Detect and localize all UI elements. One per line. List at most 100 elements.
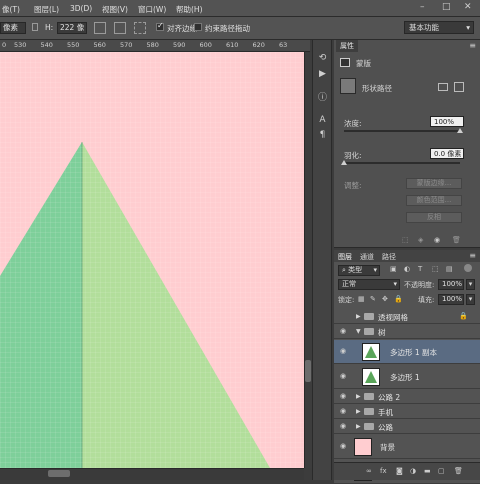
visibility-eye-icon[interactable]: ◉ (338, 392, 348, 400)
menu-image[interactable]: 像(T) (2, 4, 20, 15)
new-layer-icon[interactable]: ▢ (438, 467, 445, 475)
width-input[interactable]: 像素 (0, 22, 26, 34)
lock-pixels-icon[interactable]: ✎ (370, 295, 376, 303)
pixel-mask-add-icon[interactable] (438, 83, 448, 91)
layer-row[interactable]: ◉ 多边形 1 副本 (334, 340, 480, 364)
visibility-eye-icon[interactable]: ◉ (338, 372, 348, 380)
fill-input[interactable]: 100% (438, 294, 464, 305)
workspace-select[interactable]: 基本功能 ▾ (404, 21, 474, 34)
tab-paths[interactable]: 路径 (382, 252, 396, 262)
blend-mode-select[interactable]: 正常 ▾ (338, 279, 400, 290)
layers-menu-icon[interactable]: ≡ (469, 251, 476, 260)
layer-row[interactable]: ◉ 背景 (334, 435, 480, 459)
ruler-tick-label: 560 (93, 41, 106, 49)
chevron-right-icon[interactable]: ▶ (356, 408, 361, 415)
mask-edge-button[interactable]: 蒙版边缘... (406, 178, 462, 189)
horizontal-scroll-thumb[interactable] (48, 470, 70, 477)
panel-menu-icon[interactable]: ≡ (469, 41, 476, 50)
layer-name: 透视网格 (378, 313, 408, 322)
visibility-eye-icon[interactable]: ◉ (338, 442, 348, 450)
lock-label: 锁定: (338, 296, 355, 304)
menu-window[interactable]: 窗口(W) (138, 4, 166, 15)
filter-smart-icon[interactable]: ▤ (446, 265, 453, 273)
chevron-down-icon: ▾ (466, 23, 470, 32)
menu-3d[interactable]: 3D(D) (70, 4, 92, 13)
lock-position-icon[interactable]: ✥ (382, 295, 388, 303)
layer-style-icon[interactable]: fx (380, 467, 387, 475)
menu-help[interactable]: 帮助(H) (176, 4, 203, 15)
layer-row[interactable]: ◉ ▶ 公路 2 (334, 390, 480, 404)
load-selection-icon[interactable]: ⬚ (402, 236, 409, 244)
feather-input[interactable]: 0.0 像素 (430, 148, 464, 159)
visibility-eye-icon[interactable]: ◉ (338, 327, 348, 335)
invert-button[interactable]: 反相 (406, 212, 462, 223)
opacity-dropdown-icon[interactable]: ▾ (466, 279, 475, 290)
document-canvas[interactable] (0, 52, 304, 468)
layer-name: 手机 (378, 408, 393, 417)
fill-dropdown-icon[interactable]: ▾ (466, 294, 475, 305)
filter-pixel-icon[interactable]: ▣ (390, 265, 397, 273)
visibility-eye-icon[interactable]: ◉ (338, 422, 348, 430)
close-icon[interactable]: ✕ (464, 2, 472, 12)
layer-row[interactable]: ◉ ▼ 树 (334, 325, 480, 339)
feather-slider[interactable] (344, 162, 460, 164)
chevron-right-icon[interactable]: ▶ (356, 423, 361, 430)
layer-row[interactable]: ◉ ▶ 公路 (334, 420, 480, 434)
color-range-button[interactable]: 颜色范围... (406, 195, 462, 206)
new-group-icon[interactable]: ▬ (424, 467, 431, 475)
filter-toggle-icon[interactable] (464, 264, 472, 272)
link-layers-icon[interactable]: ∞ (366, 467, 372, 475)
vector-mask-thumbnail[interactable] (340, 78, 356, 94)
tab-channels[interactable]: 通道 (360, 252, 374, 262)
tab-properties[interactable]: 属性 (336, 40, 358, 52)
menu-view[interactable]: 视图(V) (102, 4, 128, 15)
path-alignment-icon[interactable] (114, 22, 126, 34)
lock-all-icon[interactable]: 🔒 (394, 295, 403, 303)
filter-shape-icon[interactable]: ⬚ (432, 265, 439, 273)
paragraph-icon[interactable]: ¶ (316, 129, 329, 142)
align-edges-checkbox[interactable]: ✓ (156, 21, 164, 31)
chevron-down-icon[interactable]: ▼ (356, 328, 361, 335)
filter-type-icon[interactable]: T (418, 265, 422, 273)
trash-icon[interactable]: 🗑 (452, 236, 461, 244)
layer-row[interactable]: ▶ 透视网格 🔒 (334, 310, 480, 324)
vector-mask-add-icon[interactable] (454, 82, 464, 92)
actions-play-icon[interactable]: ▶ (316, 68, 329, 81)
density-slider-thumb[interactable] (457, 128, 463, 133)
apply-mask-icon[interactable]: ◈ (418, 236, 423, 244)
opacity-input[interactable]: 100% (438, 279, 464, 290)
vertical-scrollbar[interactable] (304, 52, 312, 468)
info-icon[interactable]: ⓘ (316, 92, 329, 105)
height-input[interactable]: 222 像 (57, 22, 87, 34)
lock-transparent-icon[interactable]: ▦ (358, 295, 365, 303)
feather-slider-thumb[interactable] (341, 160, 347, 165)
delete-layer-icon[interactable]: 🗑 (454, 467, 463, 475)
character-icon[interactable]: A (316, 114, 329, 127)
minimize-icon[interactable]: – (420, 2, 425, 12)
link-icon[interactable] (32, 23, 38, 31)
filter-kind-select[interactable]: ⌕ 类型 ▾ (338, 265, 380, 276)
layer-row[interactable]: ◉ 多边形 1 (334, 365, 480, 389)
ruler-tick-label: 0 (2, 41, 7, 49)
path-arrangement-icon[interactable] (134, 22, 146, 34)
visibility-eye-icon[interactable]: ◉ (434, 236, 440, 244)
density-input[interactable]: 100% (430, 116, 464, 127)
horizontal-scrollbar[interactable] (0, 468, 304, 480)
tab-layers[interactable]: 图层 (338, 252, 352, 262)
history-icon[interactable]: ⟲ (316, 52, 329, 65)
filter-adjustment-icon[interactable]: ◐ (404, 265, 410, 273)
add-mask-icon[interactable]: ◙ (396, 467, 403, 475)
adjustment-layer-icon[interactable]: ◑ (410, 467, 416, 475)
constrain-path-checkbox[interactable] (194, 23, 202, 31)
path-operations-icon[interactable] (94, 22, 106, 34)
visibility-eye-icon[interactable]: ◉ (338, 407, 348, 415)
menu-layer[interactable]: 图层(L) (34, 4, 59, 15)
density-slider[interactable] (344, 130, 460, 132)
chevron-right-icon[interactable]: ▶ (356, 313, 361, 320)
visibility-eye-icon[interactable]: ◉ (338, 347, 348, 355)
maximize-icon[interactable]: □ (442, 2, 451, 12)
chevron-right-icon[interactable]: ▶ (356, 393, 361, 400)
mask-label: 蒙版 (356, 59, 371, 68)
vertical-scroll-thumb[interactable] (305, 360, 311, 382)
layer-row[interactable]: ◉ ▶ 手机 (334, 405, 480, 419)
